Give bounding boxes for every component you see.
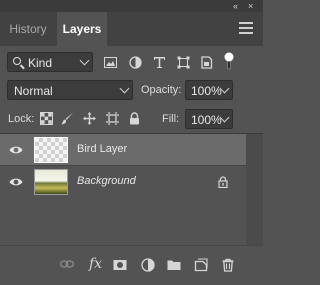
layers-panel: « × History Layers Kind Normal Opacity: … — [0, 0, 263, 285]
image-filter-icon[interactable] — [104, 56, 117, 69]
fx-icon[interactable]: fx — [89, 256, 102, 272]
panel-menu-icon[interactable] — [239, 22, 253, 36]
lock-all-icon[interactable] — [128, 112, 141, 125]
filter-kind-select[interactable]: Kind — [7, 52, 93, 72]
link-layers-icon[interactable] — [60, 259, 74, 269]
filter-toggle-icon[interactable] — [223, 52, 235, 70]
lock-image-pixels-icon[interactable] — [61, 112, 74, 125]
fill-label: Fill: — [162, 113, 180, 125]
layer-thumbnail[interactable] — [34, 137, 68, 163]
shape-filter-icon[interactable] — [177, 56, 190, 69]
visibility-eye-icon[interactable] — [9, 145, 23, 155]
layer-lock-icon[interactable] — [218, 176, 228, 188]
layer-thumbnail[interactable] — [34, 169, 68, 195]
smart-object-filter-icon[interactable] — [200, 56, 213, 69]
tab-layers[interactable]: Layers — [57, 12, 107, 46]
delete-layer-icon[interactable] — [221, 258, 235, 272]
search-icon — [13, 57, 21, 65]
lock-artboard-icon[interactable] — [106, 112, 119, 125]
panel-tab-bar: History Layers — [0, 12, 263, 46]
opacity-label: Opacity: — [141, 84, 182, 96]
type-filter-icon[interactable] — [153, 56, 166, 69]
chevron-down-icon — [79, 55, 90, 66]
blend-options-row: Normal Opacity: 100% — [0, 79, 263, 101]
panel-title-bar: « × — [0, 0, 263, 12]
lock-label: Lock: — [8, 113, 35, 125]
opacity-value: 100% — [191, 84, 222, 98]
blend-mode-select[interactable]: Normal — [7, 80, 133, 100]
fill-input[interactable]: 100% — [185, 109, 233, 129]
layer-filter-row: Kind — [0, 48, 263, 76]
fill-value: 100% — [191, 113, 222, 127]
adjustment-filter-icon[interactable] — [129, 56, 142, 69]
layer-name[interactable]: Bird Layer — [77, 143, 127, 155]
tab-history[interactable]: History — [4, 12, 52, 46]
collapse-panel-button[interactable]: « — [233, 0, 238, 12]
adjustment-layer-icon[interactable] — [141, 258, 155, 272]
lock-transparent-pixels-icon[interactable] — [40, 112, 53, 125]
visibility-eye-icon[interactable] — [9, 177, 23, 187]
lock-options-row: Lock: Fill: 100% — [0, 108, 263, 130]
new-group-icon[interactable] — [167, 258, 181, 272]
add-mask-icon[interactable] — [113, 258, 127, 272]
lock-position-icon[interactable] — [83, 112, 96, 125]
layers-bottom-toolbar: fx — [0, 245, 263, 285]
layer-row-bird-layer[interactable]: Bird Layer — [0, 134, 246, 166]
opacity-input[interactable]: 100% — [185, 80, 233, 100]
close-panel-button[interactable]: × — [248, 0, 253, 12]
new-layer-icon[interactable] — [194, 258, 208, 272]
chevron-down-icon — [119, 83, 130, 94]
layer-row-background[interactable]: Background — [0, 165, 246, 198]
layer-name[interactable]: Background — [77, 175, 136, 187]
filter-kind-label: Kind — [28, 56, 53, 70]
layers-scrollbar[interactable] — [246, 134, 263, 245]
blend-mode-value: Normal — [14, 84, 53, 98]
